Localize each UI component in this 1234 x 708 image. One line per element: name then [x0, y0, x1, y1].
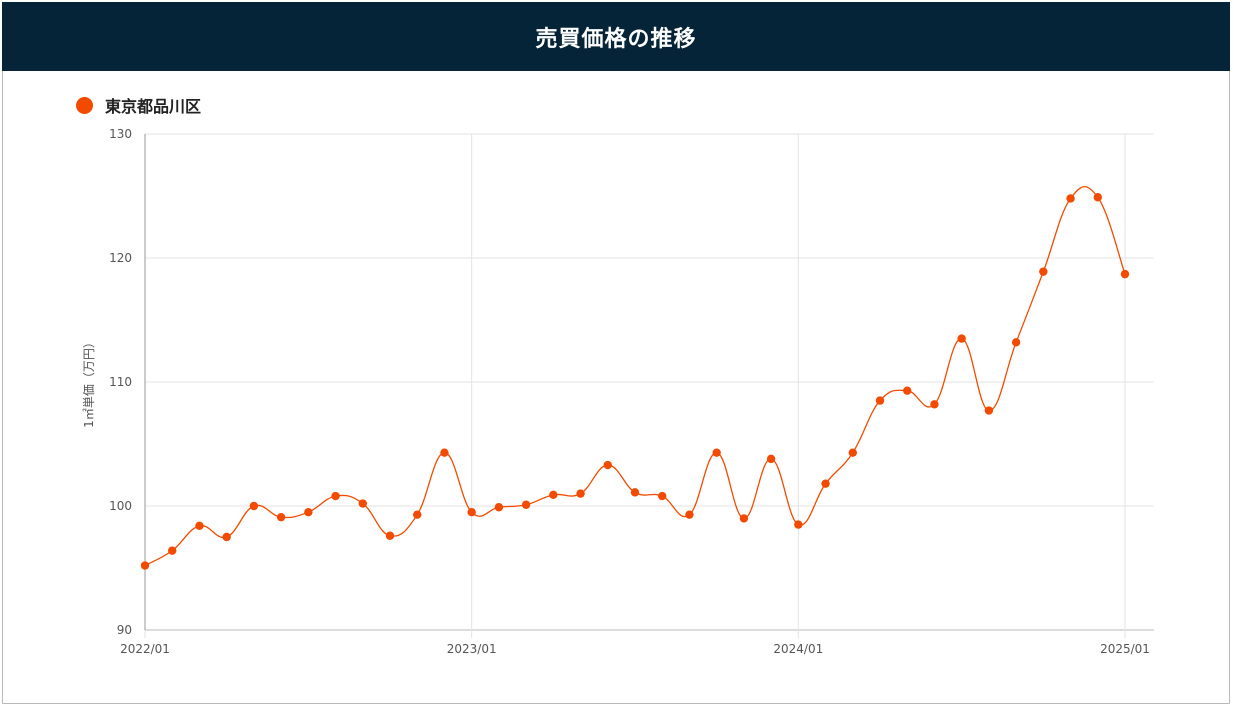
data-point — [140, 561, 150, 570]
data-point — [413, 510, 422, 519]
data-point — [521, 500, 531, 509]
x-tick-label: 2024/01 — [773, 642, 823, 656]
data-point — [304, 508, 313, 517]
data-point — [957, 334, 966, 343]
line-chart: 90 100 110 120 130 2022/01 2023/01 2024/01 2025/… — [82, 127, 1154, 656]
data-point — [930, 400, 939, 409]
data-point — [603, 460, 612, 470]
data-point — [249, 501, 259, 511]
y-tick-label: 110 — [109, 375, 132, 389]
data-point — [385, 531, 395, 540]
data-point — [630, 488, 640, 497]
data-point — [467, 508, 476, 517]
data-point — [875, 396, 885, 405]
data-point — [549, 490, 558, 500]
data-point — [794, 520, 803, 529]
y-tick-label: 90 — [117, 623, 132, 637]
data-point — [1093, 193, 1102, 202]
data-point — [1066, 194, 1075, 203]
data-point — [712, 448, 721, 457]
x-tick-label: 2022/01 — [120, 642, 170, 656]
y-axis-label: 1㎡単価（万円） — [82, 336, 96, 428]
data-point — [1120, 269, 1130, 279]
data-point — [848, 448, 857, 457]
x-tick-label: 2025/01 — [1100, 642, 1150, 656]
data-point — [766, 454, 776, 464]
data-point — [331, 491, 340, 501]
data-point — [358, 499, 367, 508]
data-point — [222, 532, 231, 542]
data-point — [440, 448, 449, 457]
series-line — [144, 185, 1126, 567]
y-tick-label: 100 — [109, 499, 132, 513]
data-point — [276, 512, 286, 522]
data-point — [168, 546, 177, 555]
data-point — [1039, 267, 1048, 276]
data-point — [903, 386, 912, 395]
data-point — [739, 514, 749, 523]
x-tick-label: 2023/01 — [447, 642, 497, 656]
data-point — [576, 489, 585, 498]
data-point — [685, 510, 694, 519]
data-point — [195, 521, 204, 531]
y-tick-label: 130 — [109, 127, 132, 141]
data-point — [1011, 338, 1021, 347]
data-point — [658, 491, 667, 501]
data-point — [984, 406, 994, 415]
data-point — [494, 503, 504, 512]
data-point — [821, 479, 830, 488]
y-tick-label: 120 — [109, 251, 132, 265]
